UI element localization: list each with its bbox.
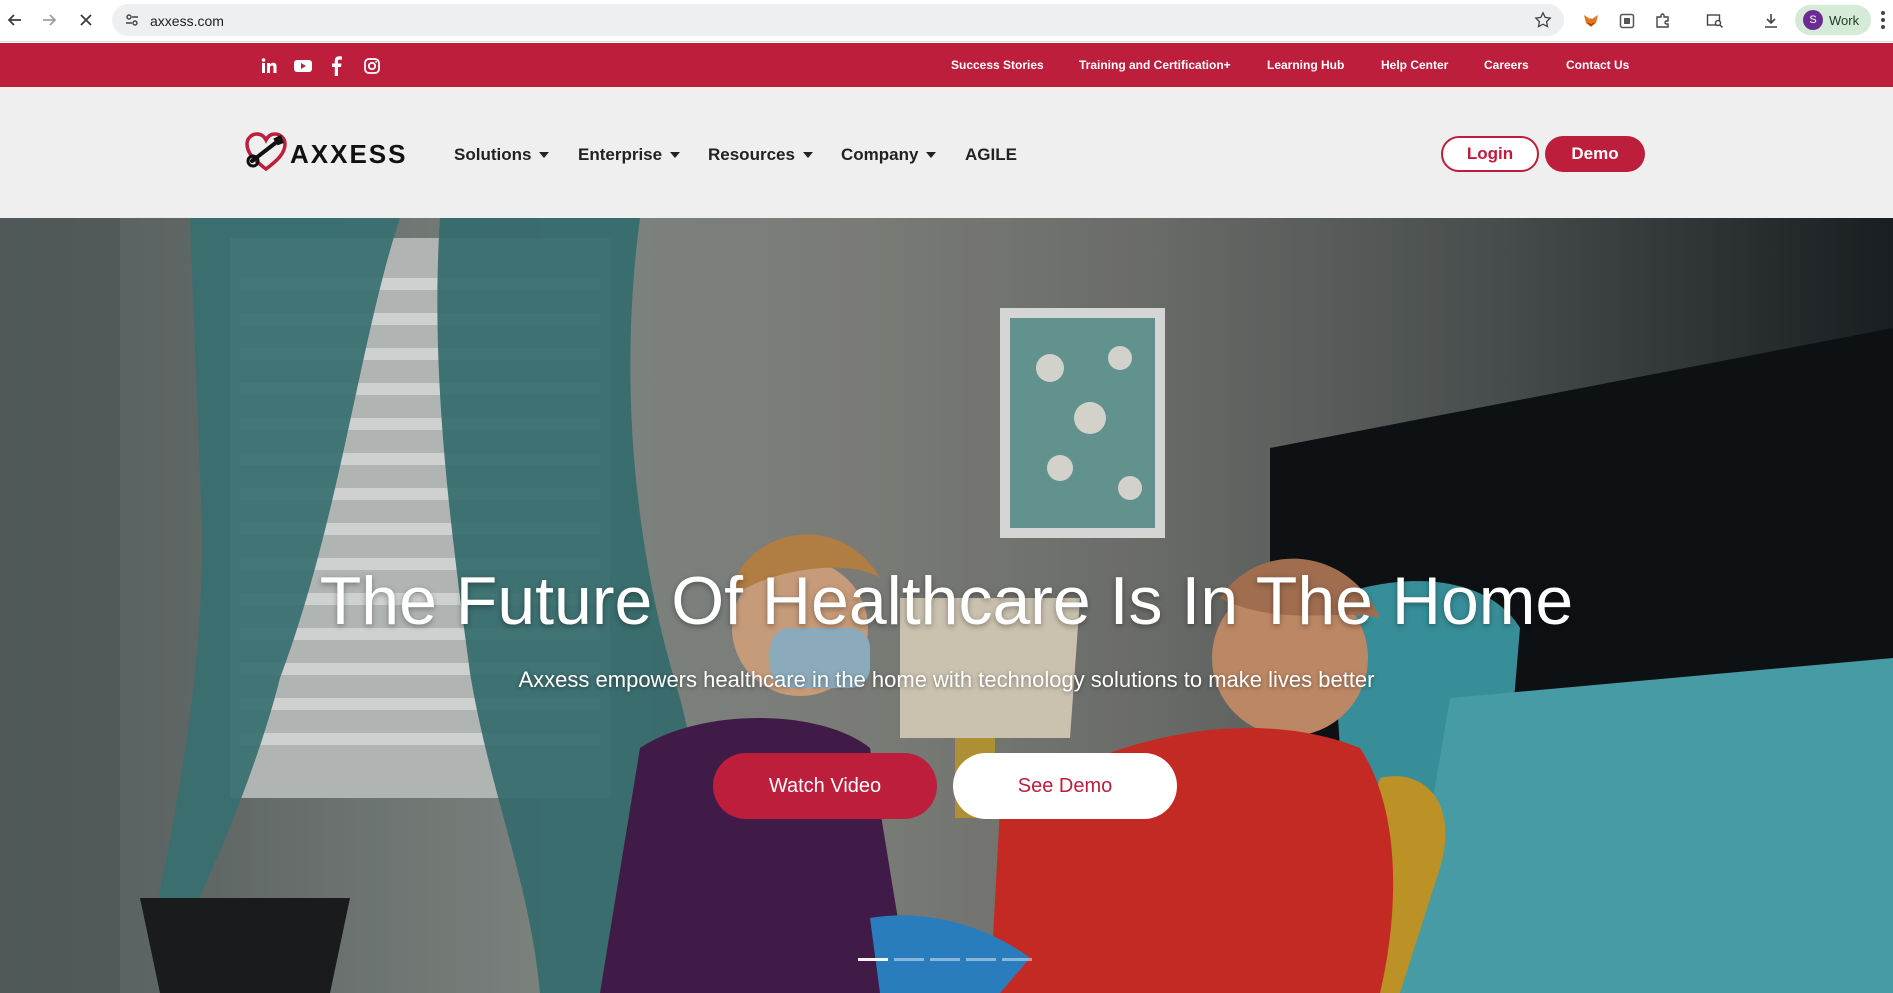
watch-video-button[interactable]: Watch Video xyxy=(713,753,937,819)
kebab-menu-icon[interactable] xyxy=(1880,10,1886,35)
heart-logo-icon xyxy=(245,132,287,172)
caret-down-icon xyxy=(539,152,550,158)
hero-section: The Future Of Healthcare Is In The Home … xyxy=(0,218,1893,993)
carousel-indicators xyxy=(858,958,1032,961)
avatar: S xyxy=(1803,10,1823,30)
logo-wordmark: AXXESS xyxy=(290,139,408,169)
menu-agile[interactable]: AGILE xyxy=(965,145,1017,165)
hero-subtitle: Axxess empowers healthcare in the home w… xyxy=(518,667,1375,692)
carousel-dot[interactable] xyxy=(966,958,996,961)
puzzle-extensions-icon[interactable] xyxy=(1652,10,1674,32)
extension-icon[interactable] xyxy=(1616,10,1638,32)
demo-button[interactable]: Demo xyxy=(1545,136,1645,172)
axxess-logo[interactable]: AXXESS xyxy=(244,131,412,173)
linkedin-icon[interactable] xyxy=(258,55,280,77)
see-demo-button[interactable]: See Demo xyxy=(953,753,1177,819)
forward-arrow-icon[interactable] xyxy=(38,9,60,31)
back-arrow-icon[interactable] xyxy=(4,9,26,31)
caret-down-icon xyxy=(926,152,937,158)
toplink-contact-us[interactable]: Contact Us xyxy=(1566,58,1629,72)
toplink-help-center[interactable]: Help Center xyxy=(1381,58,1448,72)
url-text[interactable]: axxess.com xyxy=(150,13,224,29)
metamask-fox-icon[interactable] xyxy=(1580,10,1602,32)
menu-solutions[interactable]: Solutions xyxy=(454,145,550,165)
menu-company-label: Company xyxy=(841,145,919,164)
site-settings-icon[interactable] xyxy=(124,12,140,33)
youtube-icon[interactable] xyxy=(292,55,314,77)
carousel-dot[interactable] xyxy=(894,958,924,961)
menu-company[interactable]: Company xyxy=(841,145,937,165)
menu-resources-label: Resources xyxy=(708,145,795,164)
toplink-success-stories[interactable]: Success Stories xyxy=(951,58,1044,72)
instagram-icon[interactable] xyxy=(361,55,383,77)
caret-down-icon xyxy=(670,152,681,158)
browser-chrome: axxess.com S Work xyxy=(0,0,1893,42)
menu-solutions-label: Solutions xyxy=(454,145,532,164)
menu-enterprise-label: Enterprise xyxy=(578,145,663,164)
carousel-dot[interactable] xyxy=(1002,958,1032,961)
utility-bar: Success Stories Training and Certificati… xyxy=(0,43,1893,87)
address-bar[interactable]: axxess.com xyxy=(112,4,1564,36)
carousel-dot[interactable] xyxy=(858,958,888,961)
bookmark-star-icon[interactable] xyxy=(1534,11,1552,34)
carousel-dot[interactable] xyxy=(930,958,960,961)
tab-search-icon[interactable] xyxy=(1704,10,1726,32)
profile-chip[interactable]: S Work xyxy=(1795,5,1871,35)
caret-down-icon xyxy=(802,152,813,158)
profile-label: Work xyxy=(1829,13,1860,28)
menu-resources[interactable]: Resources xyxy=(708,145,813,165)
login-button[interactable]: Login xyxy=(1441,136,1539,172)
hero-title: The Future Of Healthcare Is In The Home xyxy=(319,563,1574,639)
site-header: AXXESS Solutions Enterprise Resources Co… xyxy=(0,87,1893,218)
download-icon[interactable] xyxy=(1760,10,1782,32)
toplink-training-certification[interactable]: Training and Certification+ xyxy=(1079,58,1231,72)
toplink-careers[interactable]: Careers xyxy=(1484,58,1529,72)
facebook-icon[interactable] xyxy=(325,55,347,77)
menu-enterprise[interactable]: Enterprise xyxy=(578,145,681,165)
menu-agile-label: AGILE xyxy=(965,145,1017,164)
toplink-learning-hub[interactable]: Learning Hub xyxy=(1267,58,1344,72)
stop-icon[interactable] xyxy=(75,9,97,31)
